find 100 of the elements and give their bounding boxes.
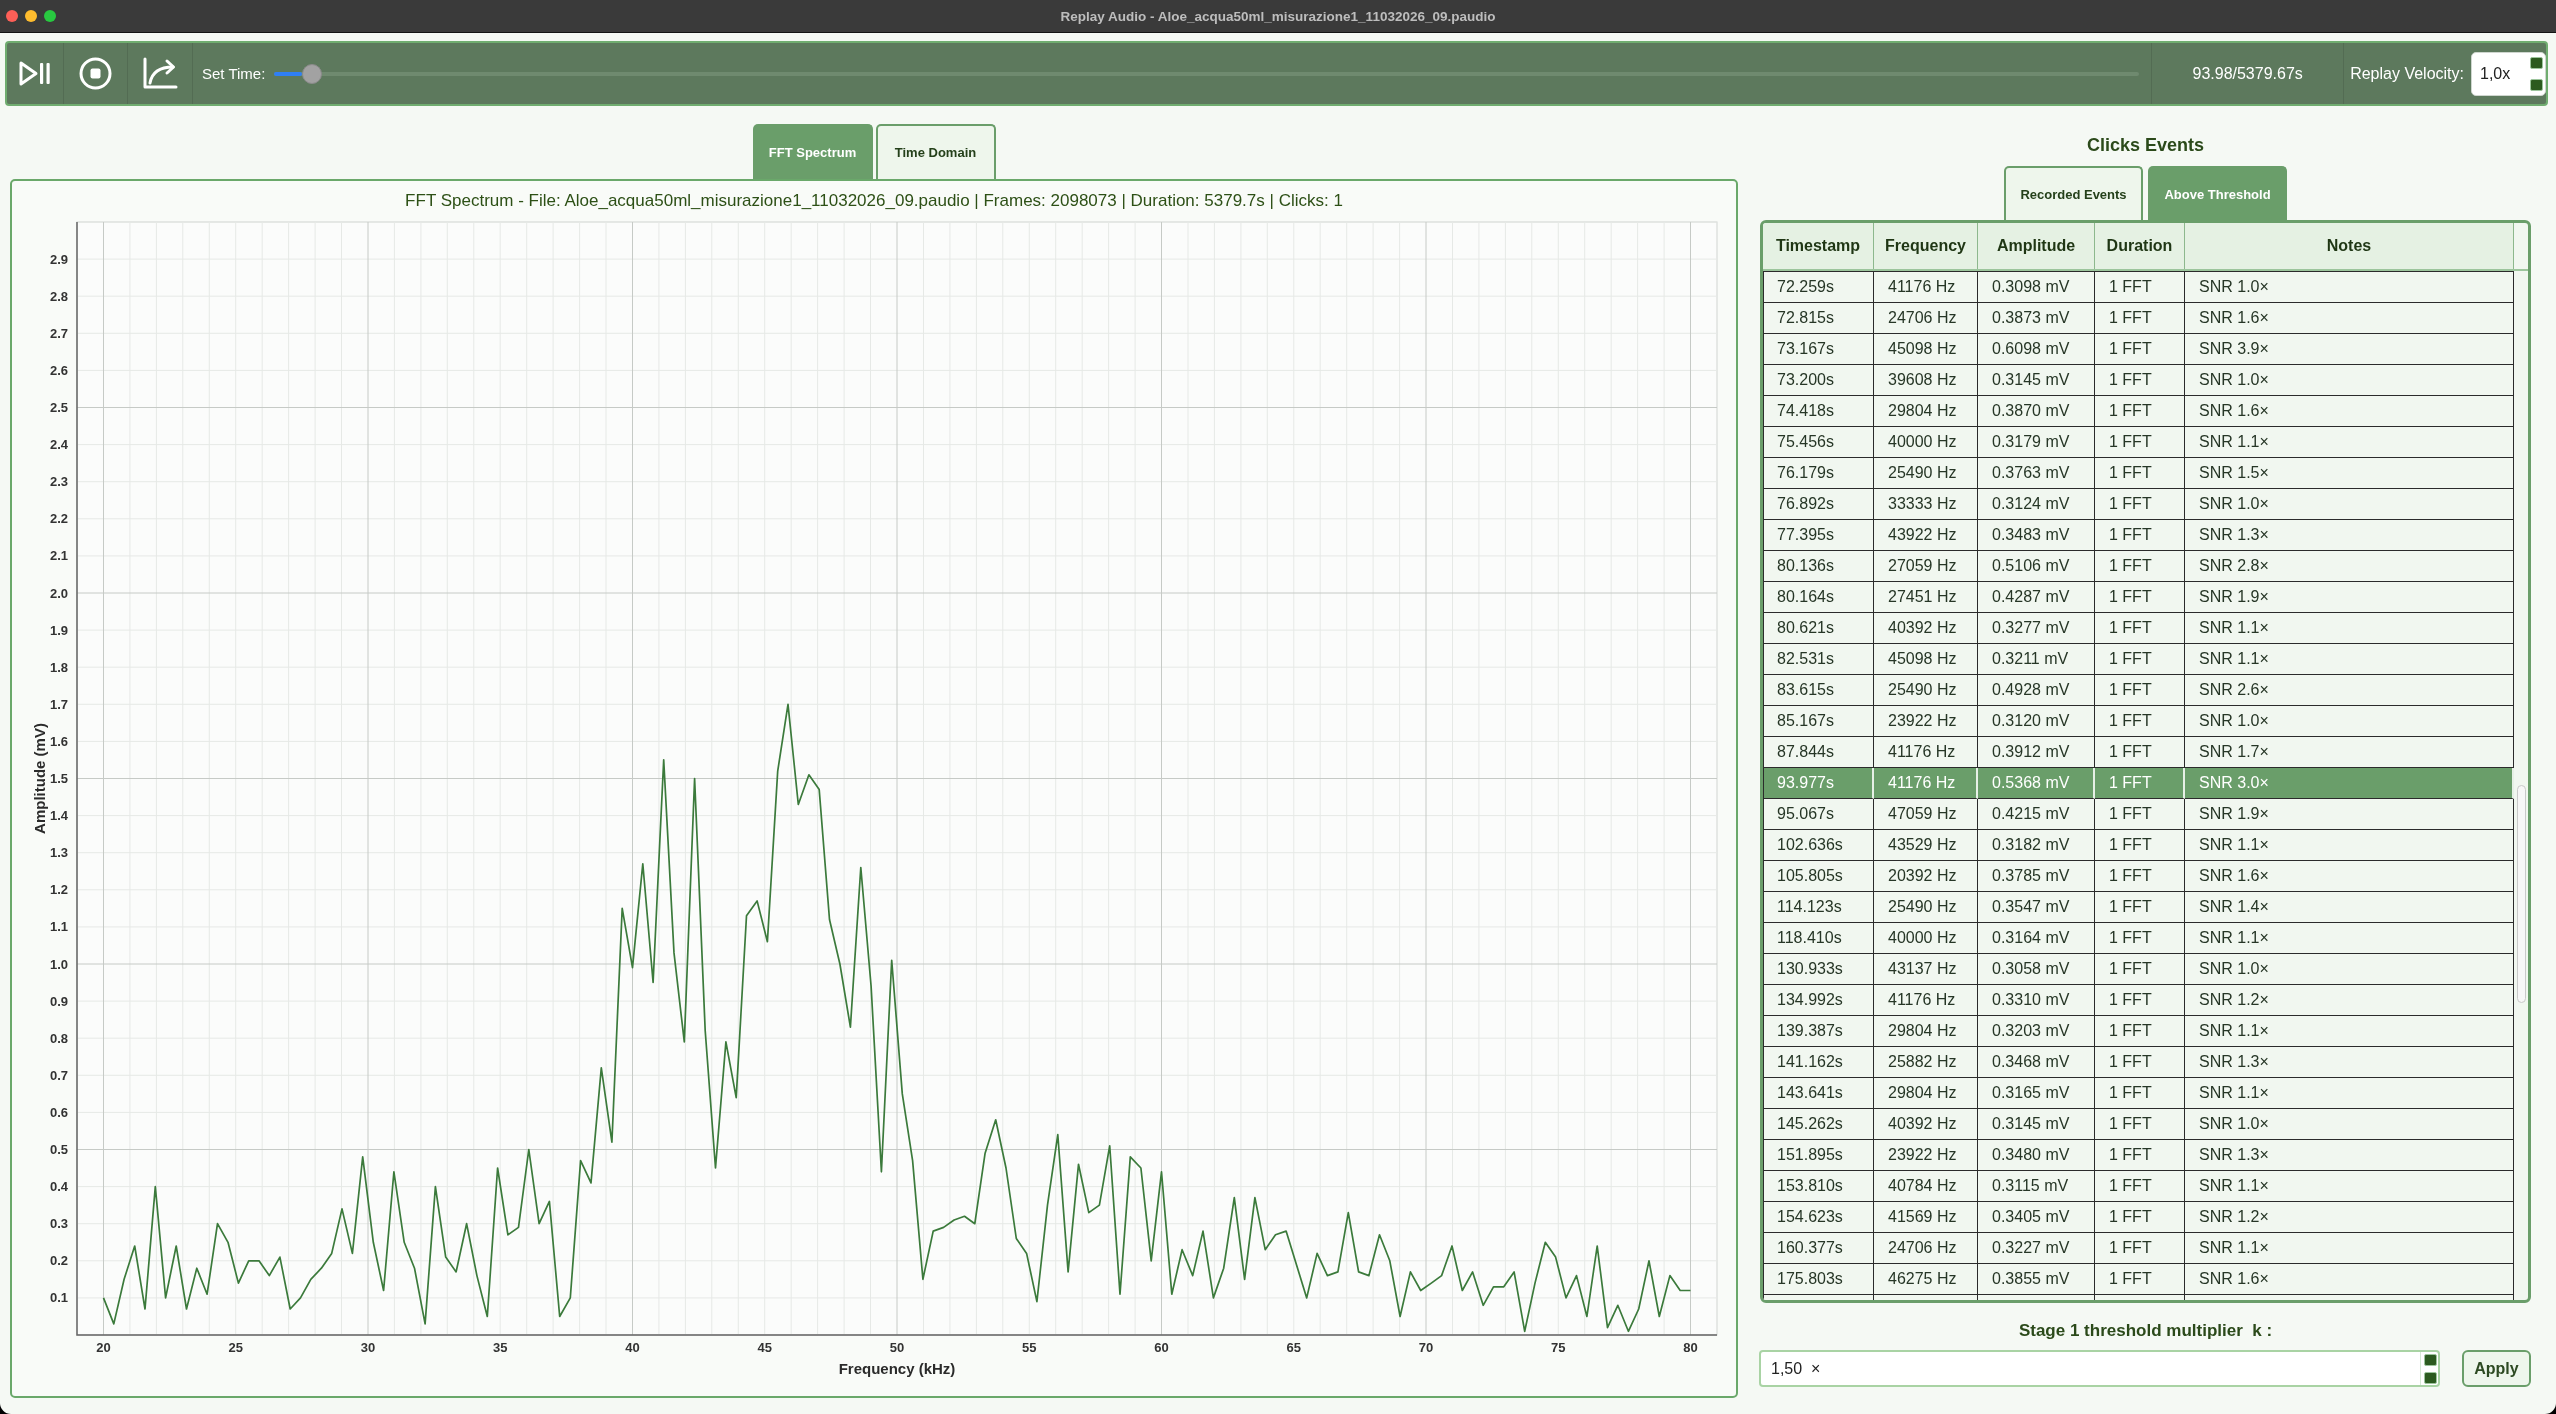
x-tick-label: 20	[96, 1340, 111, 1355]
play-pause-button[interactable]	[18, 60, 52, 87]
table-cell: SNR 1.6×	[2185, 396, 2514, 427]
table-cell: 153.810s	[1763, 1171, 1874, 1202]
table-cell: 0.3912 mV	[1978, 737, 2095, 768]
table-row[interactable]: 74.418s 29804 Hz 0.3870 mV 1 FFT SNR 1.6×	[1763, 396, 2514, 427]
x-tick-label: 80	[1683, 1340, 1698, 1355]
table-row[interactable]: 76.892s 33333 Hz 0.3124 mV 1 FFT SNR 1.0×	[1763, 489, 2514, 520]
column-header[interactable]: Duration	[2095, 223, 2185, 269]
table-cell: 72.815s	[1763, 303, 1874, 334]
view-tab[interactable]: Time Domain	[875, 124, 996, 179]
table-row[interactable]: 80.621s 40392 Hz 0.3277 mV 1 FFT SNR 1.1×	[1763, 613, 2514, 644]
table-row[interactable]: 153.810s 40784 Hz 0.3115 mV 1 FFT SNR 1.1×	[1763, 1171, 2514, 1202]
table-cell: 102.636s	[1763, 830, 1874, 861]
table-row[interactable]: 102.636s 43529 Hz 0.3182 mV 1 FFT SNR 1.1×	[1763, 830, 2514, 861]
table-cell: 23922 Hz	[1874, 1140, 1978, 1171]
table-cell: 40392 Hz	[1874, 613, 1978, 644]
table-row[interactable]: 76.179s 25490 Hz 0.3763 mV 1 FFT SNR 1.5×	[1763, 458, 2514, 489]
table-cell: 80.164s	[1763, 582, 1874, 613]
table-row[interactable]: 151.895s 23922 Hz 0.3480 mV 1 FFT SNR 1.3×	[1763, 1140, 2514, 1171]
table-cell: 25490 Hz	[1874, 892, 1978, 923]
table-cell: 0.3120 mV	[1978, 706, 2095, 737]
table-row[interactable]: 82.531s 45098 Hz 0.3211 mV 1 FFT SNR 1.1×	[1763, 644, 2514, 675]
table-cell: 105.805s	[1763, 861, 1874, 892]
table-row[interactable]: 85.167s 23922 Hz 0.3120 mV 1 FFT SNR 1.0×	[1763, 706, 2514, 737]
table-cell: SNR 1.1×	[2185, 427, 2514, 458]
table-row[interactable]: 134.992s 41176 Hz 0.3310 mV 1 FFT SNR 1.2×	[1763, 985, 2514, 1016]
table-cell: 175.803s	[1763, 1264, 1874, 1295]
table-row[interactable]: 154.623s 41569 Hz 0.3405 mV 1 FFT SNR 1.2×	[1763, 1202, 2514, 1233]
y-tick-label: 1.6	[49, 733, 68, 749]
table-row[interactable]: 87.844s 41176 Hz 0.3912 mV 1 FFT SNR 1.7×	[1763, 737, 2514, 768]
table-row[interactable]: 95.067s 47059 Hz 0.4215 mV 1 FFT SNR 1.9×	[1763, 799, 2514, 830]
table-row[interactable]: 175.803s 46275 Hz 0.3855 mV 1 FFT SNR 1.6×	[1763, 1264, 2514, 1295]
x-tick-label: 60	[1154, 1340, 1169, 1355]
table-cell: 1 FFT	[2095, 892, 2185, 923]
close-icon[interactable]	[6, 10, 18, 22]
table-cell: 41176 Hz	[1874, 272, 1978, 303]
table-row[interactable]: 145.262s 40392 Hz 0.3145 mV 1 FFT SNR 1.0×	[1763, 1109, 2514, 1140]
table-cell: 0.4287 mV	[1978, 582, 2095, 613]
table-cell: 0.3405 mV	[1978, 1202, 2095, 1233]
x-tick-label: 55	[1022, 1340, 1037, 1355]
table-cell: 41176 Hz	[1874, 737, 1978, 768]
table-cell: SNR 1.1×	[2185, 1016, 2514, 1047]
chart-export-button[interactable]	[142, 57, 178, 90]
slider-thumb[interactable]	[301, 63, 322, 84]
table-cell: 25490 Hz	[1874, 458, 1978, 489]
table-cell: SNR 1.9×	[2185, 799, 2514, 830]
table-row[interactable]: 72.259s 41176 Hz 0.3098 mV 1 FFT SNR 1.0×	[1763, 272, 2514, 303]
column-header[interactable]: Notes	[2185, 223, 2514, 269]
table-row[interactable]: 72.815s 24706 Hz 0.3873 mV 1 FFT SNR 1.6×	[1763, 303, 2514, 334]
table-row[interactable]: 73.200s 39608 Hz 0.3145 mV 1 FFT SNR 1.0×	[1763, 365, 2514, 396]
table-cell: 47059 Hz	[1874, 799, 1978, 830]
table-row[interactable]: 118.410s 40000 Hz 0.3164 mV 1 FFT SNR 1.1×	[1763, 923, 2514, 954]
play-pause-icon	[18, 60, 52, 87]
scrollbar[interactable]	[2517, 785, 2526, 1003]
table-cell: SNR 1.1×	[2185, 1078, 2514, 1109]
velocity-spinbox[interactable]: 1,0x	[2471, 51, 2546, 96]
events-tab[interactable]: Recorded Events	[2004, 166, 2143, 220]
y-tick-label: 0.9	[49, 993, 68, 1009]
table-cell: 1 FFT	[2095, 923, 2185, 954]
threshold-spinbox[interactable]: 1,50 ×	[1759, 1350, 2440, 1387]
column-header[interactable]: Frequency	[1874, 223, 1978, 269]
apply-button[interactable]: Apply	[2462, 1350, 2531, 1387]
table-row[interactable]: 73.167s 45098 Hz 0.6098 mV 1 FFT SNR 3.9×	[1763, 334, 2514, 365]
set-time-label: Set Time:	[202, 65, 266, 82]
table-cell: SNR 1.3×	[2185, 1140, 2514, 1171]
table-row[interactable]: 105.805s 20392 Hz 0.3785 mV 1 FFT SNR 1.6×	[1763, 861, 2514, 892]
table-row[interactable]: 77.395s 43922 Hz 0.3483 mV 1 FFT SNR 1.3×	[1763, 520, 2514, 551]
table-cell: SNR 1.4×	[2185, 892, 2514, 923]
stop-button[interactable]	[79, 57, 112, 90]
table-row[interactable]: 143.641s 29804 Hz 0.3165 mV 1 FFT SNR 1.1×	[1763, 1078, 2514, 1109]
table-row[interactable]: 160.377s 24706 Hz 0.3227 mV 1 FFT SNR 1.1×	[1763, 1233, 2514, 1264]
maximize-icon[interactable]	[44, 10, 56, 22]
column-header[interactable]: Amplitude	[1978, 223, 2095, 269]
table-row[interactable]: 130.933s 43137 Hz 0.3058 mV 1 FFT SNR 1.0×	[1763, 954, 2514, 985]
table-row[interactable]: 75.456s 40000 Hz 0.3179 mV 1 FFT SNR 1.1×	[1763, 427, 2514, 458]
table-cell: SNR 2.8×	[2185, 551, 2514, 582]
table-cell: 46275 Hz	[1874, 1264, 1978, 1295]
table-row[interactable]: 139.387s 29804 Hz 0.3203 mV 1 FFT SNR 1.1×	[1763, 1016, 2514, 1047]
y-tick-label: 2.8	[49, 288, 68, 304]
table-cell: SNR 2.6×	[2185, 675, 2514, 706]
table-cell: 40000 Hz	[1874, 923, 1978, 954]
y-tick-label: 1.7	[49, 696, 68, 712]
table-cell: 29804 Hz	[1874, 396, 1978, 427]
table-cell: 0.3179 mV	[1978, 427, 2095, 458]
x-tick-label: 40	[625, 1340, 640, 1355]
table-row[interactable]: 80.136s 27059 Hz 0.5106 mV 1 FFT SNR 2.8×	[1763, 551, 2514, 582]
table-row[interactable]: 141.162s 25882 Hz 0.3468 mV 1 FFT SNR 1.3×	[1763, 1047, 2514, 1078]
y-tick-label: 0.7	[49, 1067, 68, 1083]
window-title: Replay Audio - Aloe_acqua50ml_misurazione1_11032026_09.paudio	[1060, 8, 1496, 24]
column-header[interactable]: Timestamp	[1763, 223, 1874, 269]
table-cell: 0.3310 mV	[1978, 985, 2095, 1016]
table-cell: 0.3785 mV	[1978, 861, 2095, 892]
table-cell: SNR 1.6×	[2185, 1264, 2514, 1295]
table-row[interactable]: 80.164s 27451 Hz 0.4287 mV 1 FFT SNR 1.9×	[1763, 582, 2514, 613]
minimize-icon[interactable]	[25, 10, 37, 22]
table-row[interactable]: 83.615s 25490 Hz 0.4928 mV 1 FFT SNR 2.6×	[1763, 675, 2514, 706]
table-cell: 82.531s	[1763, 644, 1874, 675]
table-cell: 1 FFT	[2095, 985, 2185, 1016]
table-row[interactable]: 114.123s 25490 Hz 0.3547 mV 1 FFT SNR 1.4×	[1763, 892, 2514, 923]
